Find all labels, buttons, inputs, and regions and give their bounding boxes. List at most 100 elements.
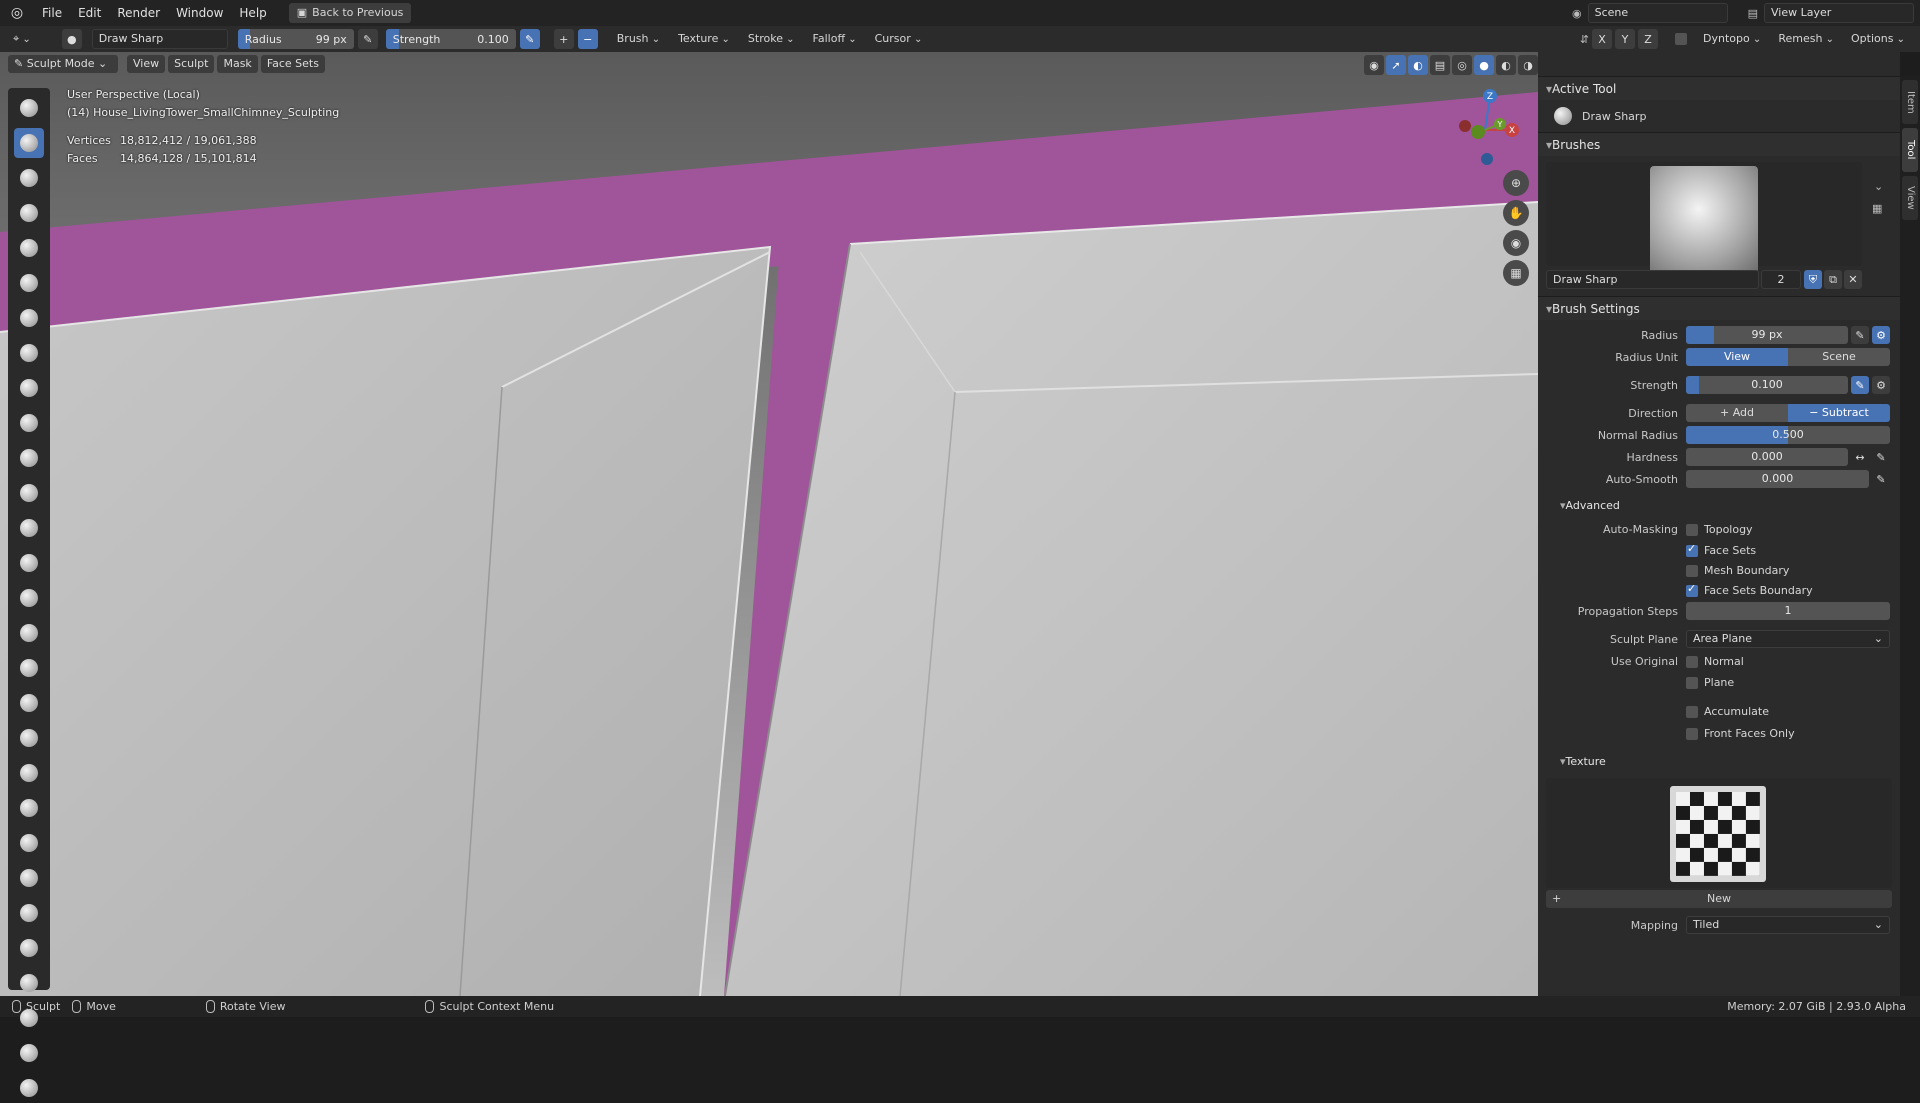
boundary-tool-icon[interactable] xyxy=(14,898,44,928)
accumulate-checkbox[interactable] xyxy=(1686,705,1698,718)
direction-subtract[interactable]: − Subtract xyxy=(1788,404,1890,422)
image-browse-icon[interactable]: ▦ xyxy=(1872,202,1882,215)
scene-field[interactable]: Scene xyxy=(1587,3,1728,23)
simplify-tool-icon[interactable] xyxy=(14,968,44,998)
rendered-shading-icon[interactable]: ◑ xyxy=(1518,55,1538,75)
view-menu[interactable]: View xyxy=(127,55,166,73)
brush-name-field[interactable]: Draw Sharp xyxy=(1546,270,1759,289)
auto-smooth-pressure-icon[interactable]: ✎ xyxy=(1872,470,1890,488)
strength-slider[interactable]: Strength 0.100 xyxy=(385,29,516,49)
brush-users-count[interactable]: 2 xyxy=(1761,270,1801,289)
transform-tool-icon[interactable] xyxy=(14,1073,44,1103)
propagation-steps-field[interactable]: 1 xyxy=(1686,602,1890,620)
radius-pressure-icon[interactable]: ✎ xyxy=(1851,326,1869,344)
clay-tool-icon[interactable] xyxy=(14,163,44,193)
scrape-tool-icon[interactable] xyxy=(14,513,44,543)
brush-preview-icon[interactable]: ● xyxy=(61,29,82,49)
brush-name-field[interactable]: Draw Sharp xyxy=(91,29,228,49)
zoom-icon[interactable]: ⊕ xyxy=(1503,170,1529,196)
texture-menu[interactable]: Texture xyxy=(671,29,737,49)
face-sets-menu[interactable]: Face Sets xyxy=(260,55,325,73)
strength-pressure-icon[interactable]: ✎ xyxy=(1851,376,1869,394)
smooth-tool-icon[interactable] xyxy=(14,408,44,438)
menu-render[interactable]: Render xyxy=(109,0,168,26)
camera-icon[interactable]: ◉ xyxy=(1503,230,1529,256)
mapping-dropdown[interactable]: Tiled ⌄ xyxy=(1686,916,1890,934)
options-menu[interactable]: Options xyxy=(1844,29,1912,49)
hardness-invert-icon[interactable]: ↔ xyxy=(1851,448,1869,466)
tab-tool[interactable]: Tool xyxy=(1902,128,1918,172)
gizmo-toggle-icon[interactable]: ➚ xyxy=(1386,55,1406,75)
navigation-gizmo[interactable]: Z X Y xyxy=(1450,86,1520,166)
menu-file[interactable]: File xyxy=(34,0,70,26)
menu-edit[interactable]: Edit xyxy=(70,0,109,26)
advanced-subpanel-header[interactable]: Advanced xyxy=(1538,494,1900,518)
symmetry-x-button[interactable]: X xyxy=(1592,29,1613,49)
strength-unified-icon[interactable]: ⚙ xyxy=(1872,376,1890,394)
topology-checkbox[interactable] xyxy=(1686,523,1698,536)
stroke-menu[interactable]: Stroke xyxy=(741,29,802,49)
rotate-tool-icon[interactable] xyxy=(14,828,44,858)
pose-tool-icon[interactable] xyxy=(14,758,44,788)
mask-menu[interactable]: Mask xyxy=(217,55,258,73)
mask-tool-icon[interactable] xyxy=(14,1003,44,1033)
menu-help[interactable]: Help xyxy=(231,0,274,26)
tab-view[interactable]: View xyxy=(1902,176,1918,220)
multiplane-scrape-tool-icon[interactable] xyxy=(14,548,44,578)
brush-menu[interactable]: Brush xyxy=(610,29,667,49)
mesh-boundary-checkbox[interactable] xyxy=(1686,564,1698,577)
material-shading-icon[interactable]: ◐ xyxy=(1496,55,1516,75)
sculpt-plane-dropdown[interactable]: Area Plane ⌄ xyxy=(1686,630,1890,648)
3d-viewport[interactable] xyxy=(0,52,1538,996)
brush-settings-panel-header[interactable]: Brush Settings xyxy=(1538,296,1900,320)
use-original-normal-checkbox[interactable] xyxy=(1686,655,1698,668)
nudge-tool-icon[interactable] xyxy=(14,793,44,823)
sculpt-menu[interactable]: Sculpt xyxy=(168,55,215,73)
new-texture-button[interactable]: + New xyxy=(1546,890,1892,908)
falloff-menu[interactable]: Falloff xyxy=(806,29,864,49)
back-to-previous-button[interactable]: ▣ Back to Previous xyxy=(288,3,412,23)
clay-strips-tool-icon[interactable] xyxy=(14,198,44,228)
active-tool-panel-header[interactable]: Active Tool xyxy=(1538,76,1900,100)
fake-user-shield-icon[interactable]: ⛨ xyxy=(1804,270,1822,289)
hardness-field[interactable]: 0.000 xyxy=(1686,448,1848,466)
fill-tool-icon[interactable] xyxy=(14,478,44,508)
radius-slider[interactable]: Radius 99 px xyxy=(237,29,354,49)
radius-field[interactable]: 99 px xyxy=(1686,326,1848,344)
cloth-tool-icon[interactable] xyxy=(14,933,44,963)
slide-relax-tool-icon[interactable] xyxy=(14,863,44,893)
xray-icon[interactable]: ▤ xyxy=(1430,55,1450,75)
dyntopo-menu[interactable]: Dyntopo xyxy=(1696,29,1768,49)
wireframe-shading-icon[interactable]: ◎ xyxy=(1452,55,1472,75)
layer-tool-icon[interactable] xyxy=(14,268,44,298)
blob-tool-icon[interactable] xyxy=(14,338,44,368)
menu-window[interactable]: Window xyxy=(168,0,231,26)
strength-pressure-icon[interactable]: ✎ xyxy=(519,29,540,49)
brushes-panel-header[interactable]: Brushes xyxy=(1538,132,1900,156)
normal-radius-field[interactable]: 0.500 xyxy=(1686,426,1890,444)
editor-type-dropdown[interactable]: ⌖ xyxy=(6,29,38,49)
front-faces-only-checkbox[interactable] xyxy=(1686,727,1698,740)
dyntopo-checkbox[interactable] xyxy=(1675,33,1688,45)
blender-logo-icon[interactable]: ◎ xyxy=(0,0,34,26)
remesh-menu[interactable]: Remesh xyxy=(1771,29,1841,49)
snake-hook-tool-icon[interactable] xyxy=(14,688,44,718)
hardness-pressure-icon[interactable]: ✎ xyxy=(1872,448,1890,466)
texture-subpanel-header[interactable]: Texture xyxy=(1538,750,1900,774)
radius-unified-icon[interactable]: ⚙ xyxy=(1872,326,1890,344)
grid-ortho-icon[interactable]: ▦ xyxy=(1503,260,1529,286)
face-sets-boundary-checkbox[interactable] xyxy=(1686,582,1698,597)
radius-pressure-icon[interactable]: ✎ xyxy=(357,29,378,49)
symmetry-y-button[interactable]: Y xyxy=(1615,29,1636,49)
pan-hand-icon[interactable]: ✋ xyxy=(1503,200,1529,226)
crease-tool-icon[interactable] xyxy=(14,373,44,403)
duplicate-brush-icon[interactable]: ⧉ xyxy=(1824,270,1842,289)
inflate-tool-icon[interactable] xyxy=(14,303,44,333)
unlink-brush-icon[interactable]: ✕ xyxy=(1844,270,1862,289)
draw-sharp-tool-icon[interactable] xyxy=(14,128,44,158)
add-direction-icon[interactable]: + xyxy=(553,29,574,49)
strength-field[interactable]: 0.100 xyxy=(1686,376,1848,394)
tab-item[interactable]: Item xyxy=(1902,80,1918,124)
draw-face-sets-tool-icon[interactable] xyxy=(14,1038,44,1068)
cursor-menu[interactable]: Cursor xyxy=(868,29,930,49)
